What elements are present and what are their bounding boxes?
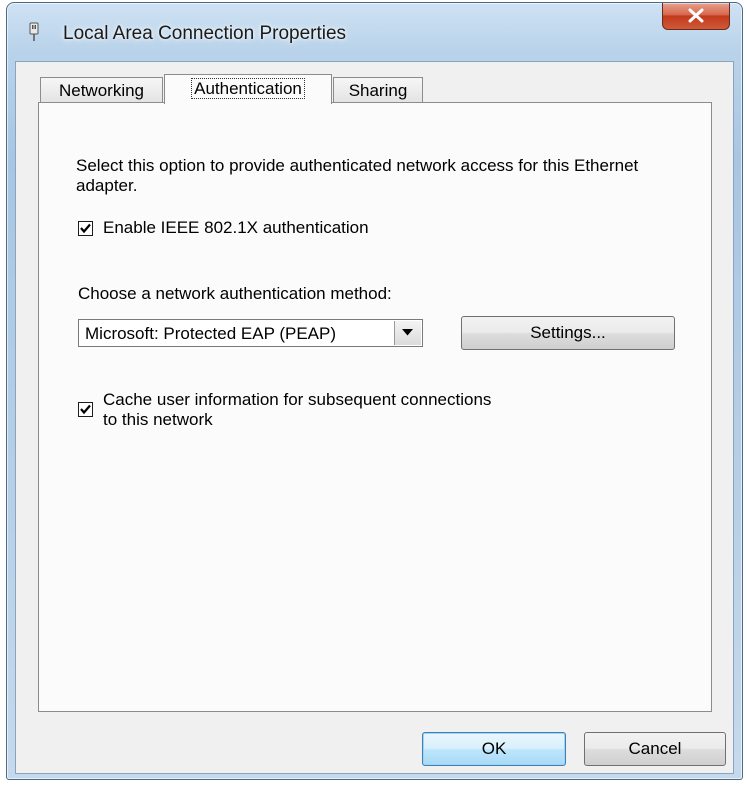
close-button[interactable] [662,3,730,30]
tab-networking[interactable]: Networking [40,77,163,102]
dropdown-button[interactable] [394,321,421,345]
ok-button-label: OK [481,739,507,758]
dialog-client-area: Networking Authentication Sharing Select… [15,61,734,774]
enable-8021x-row[interactable]: Enable IEEE 802.1X authentication [78,218,369,238]
window-title: Local Area Connection Properties [63,23,347,44]
cache-user-label-line1: Cache user information for subsequent co… [103,390,492,409]
title-bar[interactable]: Local Area Connection Properties [7,3,742,61]
method-label: Choose a network authentication method: [78,284,392,303]
auth-method-select[interactable]: Microsoft: Protected EAP (PEAP) [78,319,423,347]
settings-button[interactable]: Settings... [461,316,675,350]
network-adapter-icon [29,22,39,41]
auth-method-value: Microsoft: Protected EAP (PEAP) [85,324,336,343]
cache-user-label-line2: to this network [103,410,213,429]
enable-8021x-checkbox[interactable] [78,221,93,236]
tab-sharing-label: Sharing [348,81,408,100]
close-icon [688,8,704,23]
tab-authentication[interactable]: Authentication [164,74,332,104]
tab-networking-label: Networking [58,81,145,100]
cancel-button-label: Cancel [628,739,682,758]
settings-button-label: Settings... [530,323,606,342]
authentication-description: Select this option to provide authentica… [76,156,639,195]
properties-window: Local Area Connection Properties Network… [6,2,743,780]
tab-sharing[interactable]: Sharing [333,77,423,102]
tab-authentication-label: Authentication [191,78,305,99]
cache-user-row[interactable]: Cache user information for subsequent co… [78,390,491,430]
cache-user-checkbox[interactable] [78,402,93,417]
ok-button[interactable]: OK [422,732,566,766]
checkmark-icon [80,404,91,415]
chevron-down-icon [402,329,413,336]
cancel-button[interactable]: Cancel [584,732,726,766]
checkmark-icon [80,223,91,234]
enable-8021x-label: Enable IEEE 802.1X authentication [103,218,369,237]
